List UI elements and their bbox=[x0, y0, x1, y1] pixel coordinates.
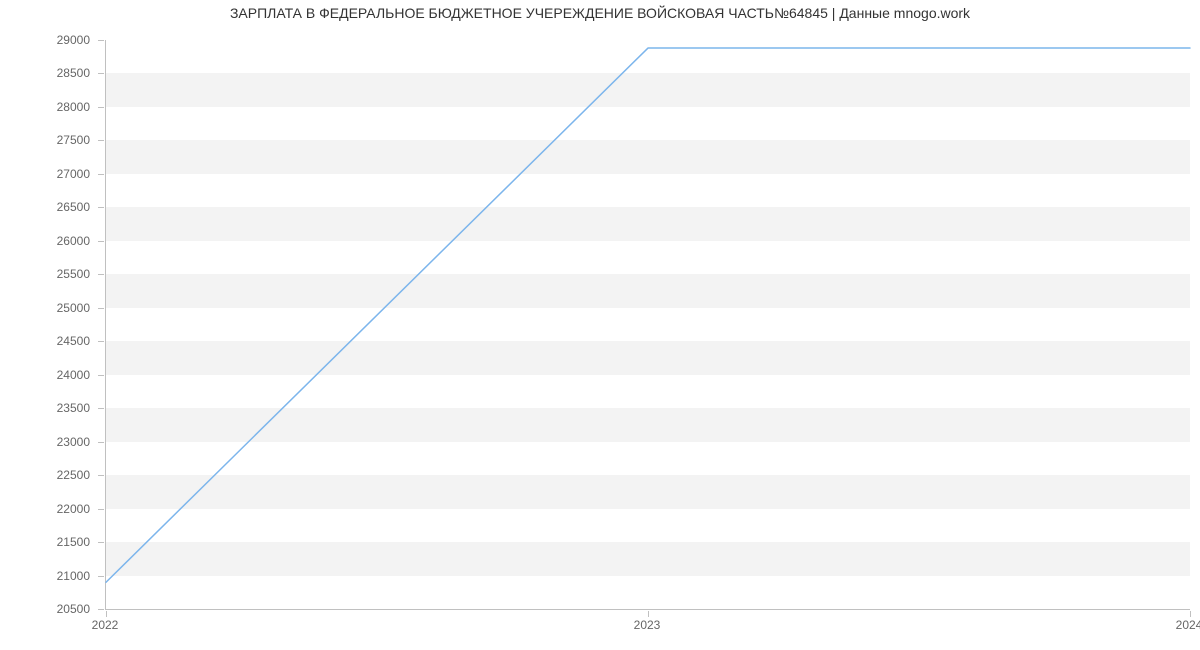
y-tick-label: 26000 bbox=[57, 234, 90, 248]
series-line bbox=[106, 48, 1190, 582]
y-tick-label: 24500 bbox=[57, 334, 90, 348]
y-tick-label: 25000 bbox=[57, 301, 90, 315]
y-tick-label: 29000 bbox=[57, 33, 90, 47]
y-tick-label: 25500 bbox=[57, 267, 90, 281]
y-tick-label: 22000 bbox=[57, 502, 90, 516]
y-tick-label: 23500 bbox=[57, 401, 90, 415]
y-tick-label: 20500 bbox=[57, 602, 90, 616]
chart-title: ЗАРПЛАТА В ФЕДЕРАЛЬНОЕ БЮДЖЕТНОЕ УЧЕРЕЖД… bbox=[0, 5, 1200, 21]
plot-area bbox=[105, 40, 1190, 610]
line-layer bbox=[106, 40, 1190, 609]
x-tick-label: 2023 bbox=[634, 618, 661, 632]
y-axis-labels: 2050021000215002200022500230002350024000… bbox=[0, 40, 100, 610]
x-tick-label: 2022 bbox=[92, 618, 119, 632]
y-tick-label: 21000 bbox=[57, 569, 90, 583]
y-tick-label: 28500 bbox=[57, 66, 90, 80]
x-tick bbox=[1190, 611, 1191, 617]
chart-container: ЗАРПЛАТА В ФЕДЕРАЛЬНОЕ БЮДЖЕТНОЕ УЧЕРЕЖД… bbox=[0, 0, 1200, 650]
x-axis-labels: 202220232024 bbox=[105, 610, 1190, 640]
y-tick-label: 27500 bbox=[57, 133, 90, 147]
y-tick-label: 27000 bbox=[57, 167, 90, 181]
y-tick-label: 22500 bbox=[57, 468, 90, 482]
x-tick-label: 2024 bbox=[1176, 618, 1200, 632]
y-tick-label: 24000 bbox=[57, 368, 90, 382]
y-tick-label: 26500 bbox=[57, 200, 90, 214]
y-tick-label: 21500 bbox=[57, 535, 90, 549]
y-tick-label: 28000 bbox=[57, 100, 90, 114]
y-tick-label: 23000 bbox=[57, 435, 90, 449]
